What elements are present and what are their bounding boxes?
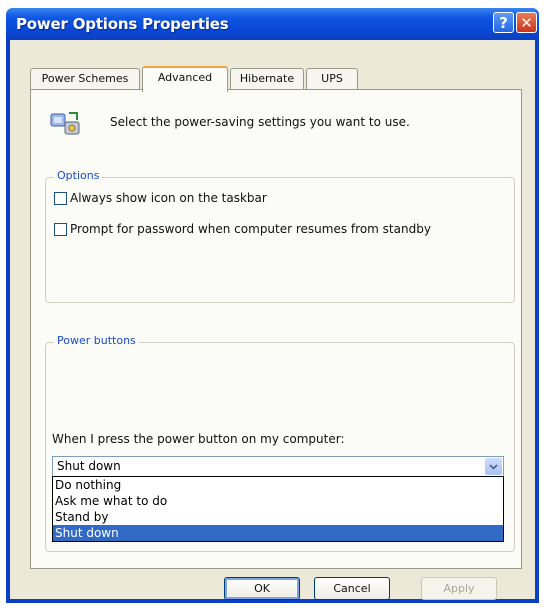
always-show-icon-checkbox-row[interactable]: Always show icon on the taskbar <box>54 190 267 206</box>
option-do-nothing[interactable]: Do nothing <box>53 477 503 493</box>
power-settings-icon <box>50 112 80 135</box>
options-group-label: Options <box>54 169 103 182</box>
power-button-prompt: When I press the power button on my comp… <box>52 432 345 446</box>
cancel-button[interactable]: Cancel <box>314 577 390 600</box>
option-shut-down[interactable]: Shut down <box>53 525 503 541</box>
tab-ups[interactable]: UPS <box>306 68 358 89</box>
tab-advanced[interactable]: Advanced <box>142 66 228 92</box>
prompt-password-checkbox-row[interactable]: Prompt for password when computer resume… <box>54 221 431 237</box>
title-bar[interactable]: Power Options Properties ? ✕ <box>6 8 539 40</box>
tab-power-schemes[interactable]: Power Schemes <box>30 68 140 89</box>
apply-button[interactable]: Apply <box>421 577 497 600</box>
help-button[interactable]: ? <box>493 12 514 33</box>
dialog-client-area: Power Schemes Advanced Hibernate UPS Sel… <box>10 40 535 600</box>
power-button-action-dropdown[interactable]: Shut down <box>52 456 504 477</box>
always-show-icon-label[interactable]: Always show icon on the taskbar <box>70 191 267 205</box>
header-text: Select the power-saving settings you wan… <box>110 115 410 129</box>
options-group: Options Always show icon on the taskbar … <box>45 169 515 303</box>
ok-button[interactable]: OK <box>224 577 300 600</box>
dialog-window: Power Options Properties ? ✕ Power Schem… <box>6 8 539 603</box>
power-button-action-value: Shut down <box>57 459 121 473</box>
chevron-down-icon[interactable] <box>485 458 502 475</box>
tab-hibernate[interactable]: Hibernate <box>230 68 304 89</box>
close-button[interactable]: ✕ <box>516 12 537 33</box>
help-icon: ? <box>499 14 508 32</box>
power-buttons-group-label: Power buttons <box>54 334 139 347</box>
window-title: Power Options Properties <box>16 15 229 33</box>
close-icon: ✕ <box>520 14 533 32</box>
power-buttons-group: Power buttons When I press the power but… <box>45 334 515 552</box>
prompt-password-checkbox[interactable] <box>54 222 67 236</box>
always-show-icon-checkbox[interactable] <box>54 191 67 205</box>
prompt-password-label[interactable]: Prompt for password when computer resume… <box>70 222 431 236</box>
advanced-tab-panel: Select the power-saving settings you wan… <box>30 89 522 569</box>
power-button-action-list: Do nothing Ask me what to do Stand by Sh… <box>52 476 504 542</box>
option-ask-me[interactable]: Ask me what to do <box>53 493 503 509</box>
option-stand-by[interactable]: Stand by <box>53 509 503 525</box>
